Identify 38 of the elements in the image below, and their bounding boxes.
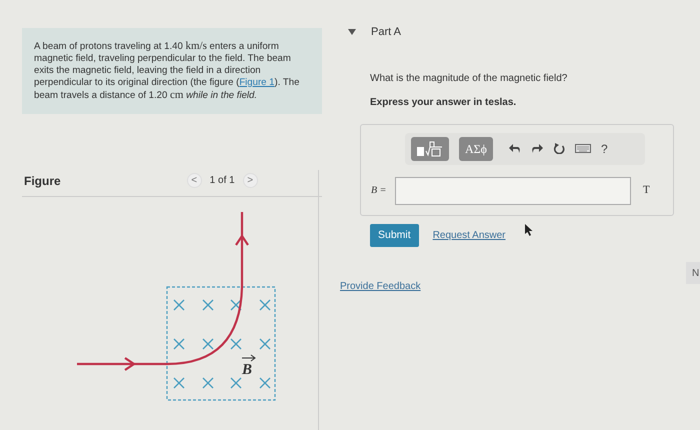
template-button[interactable] [411, 136, 449, 160]
caret-icon[interactable] [348, 29, 356, 36]
next-part-button[interactable]: N [686, 262, 700, 284]
question-text: What is the magnitude of the magnetic field? [370, 72, 568, 86]
undo-icon[interactable] [508, 143, 521, 154]
cursor-icon [524, 224, 533, 236]
cross-icon [260, 299, 270, 310]
previous-button[interactable]: < [186, 173, 202, 188]
next-button[interactable]: > [242, 173, 258, 188]
figure-link[interactable]: Figure 1 [239, 76, 275, 88]
unit-label: T [643, 183, 650, 198]
provide-feedback-link[interactable]: Provide Feedback [340, 279, 421, 294]
request-answer-link[interactable]: Request Answer [432, 228, 506, 243]
cross-icon [230, 299, 242, 310]
answer-field[interactable] [395, 176, 631, 204]
cross-icon [260, 338, 270, 350]
cross-icon [230, 338, 242, 350]
instruction-text: Express your answer in teslas. [370, 96, 518, 110]
reset-icon[interactable] [552, 143, 565, 154]
cross-icon [174, 338, 184, 350]
answer-label: B = [371, 184, 388, 198]
submit-button[interactable]: Submit [370, 224, 419, 248]
figure-title: Figure [24, 172, 61, 190]
keyboard-icon[interactable] [574, 143, 591, 154]
cross-icon [202, 338, 214, 350]
problem-text: A beam of protons traveling at 1.40 km/s enters a uniform magnetic field, traveling perpendicular to the field. The beam exits the magnetic field, leaving the field in a direction perpendicular to its original direction (the figure (Figure 1). The beam travels a distance of 1.20 cm while in the field. [34, 40, 300, 102]
cross-icon [174, 377, 184, 388]
cross-icon [174, 299, 184, 310]
redo-icon[interactable] [530, 143, 543, 154]
help-button[interactable]: ? [600, 140, 608, 158]
page-indicator: 1 of 1 [210, 174, 235, 188]
cross-icon [202, 377, 214, 388]
part-title: Part A [371, 25, 401, 40]
field-vector-label: B [242, 354, 256, 378]
cross-icon [202, 299, 214, 310]
cross-icon [230, 377, 242, 388]
cross-icon [260, 377, 270, 388]
symbols-button[interactable]: ΑΣϕ [459, 136, 493, 160]
